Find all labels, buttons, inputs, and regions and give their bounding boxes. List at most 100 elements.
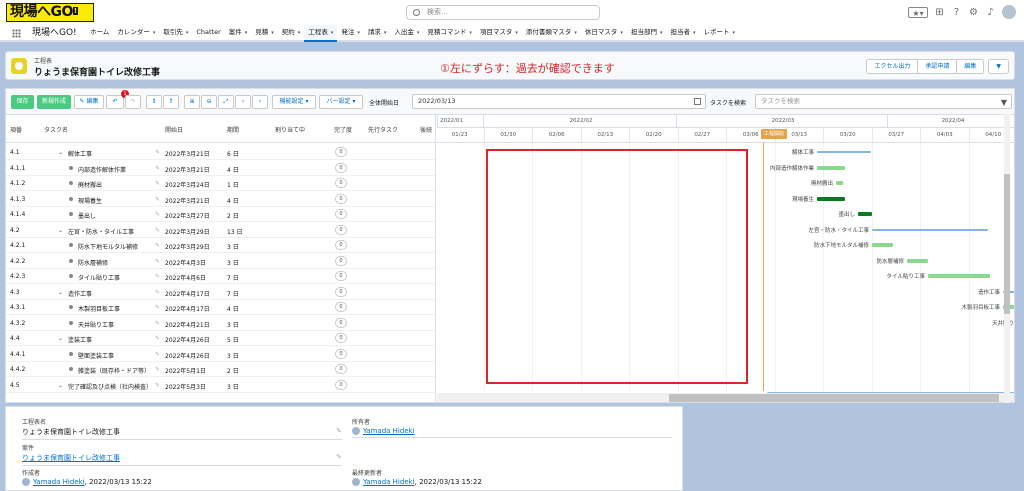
row-progress[interactable]: 0	[335, 333, 347, 343]
pencil-icon[interactable]: ✎	[155, 351, 160, 358]
table-row[interactable]: 4.1.2 廃材搬出 2022年3月24日 ✎ 1 日 0	[6, 176, 435, 191]
pencil-icon[interactable]: ✎	[155, 273, 160, 280]
row-task-name[interactable]: 解体工事	[68, 149, 92, 158]
pencil-icon[interactable]: ✎	[155, 196, 160, 203]
pencil-icon[interactable]: ✎	[155, 258, 160, 265]
table-row[interactable]: 4.1.3 現場養生 2022年3月21日 ✎ 4 日 0	[6, 192, 435, 207]
row-task-name[interactable]: 天井貼り工事	[78, 320, 114, 329]
chevron-down-icon[interactable]: ▾	[186, 30, 189, 36]
pencil-icon[interactable]: ✎	[155, 165, 160, 172]
avatar[interactable]	[1002, 5, 1016, 19]
row-progress[interactable]: 0	[335, 364, 347, 374]
more-actions-button[interactable]: ▼	[988, 59, 1009, 74]
pencil-icon[interactable]: ✎	[336, 453, 342, 461]
horizontal-scrollbar[interactable]	[437, 393, 1014, 402]
row-task-name[interactable]: 現場養生	[78, 196, 102, 205]
chevron-down-icon[interactable]: ⌄	[58, 227, 63, 234]
nav-item-14[interactable]: 休日マスタ ▾	[581, 25, 627, 42]
row-task-name[interactable]: 木製羽目板工事	[78, 304, 120, 313]
row-task-name[interactable]: 防水下地モルタル補修	[78, 242, 138, 251]
zoom-fit-button[interactable]: ⤢	[218, 95, 234, 109]
row-progress[interactable]: 0	[335, 379, 347, 390]
gantt-bar[interactable]	[817, 151, 871, 153]
row-progress[interactable]: 0	[335, 317, 347, 328]
nav-item-15[interactable]: 担当部門 ▾	[627, 25, 667, 42]
row-progress[interactable]: 0	[335, 255, 347, 266]
row-task-name[interactable]: 防水層補修	[78, 258, 108, 267]
gantt-timeline[interactable]: 2022/01 2022/02 2022/03 2022/04 01/23 01/30 02…	[437, 115, 1014, 402]
chevron-down-icon[interactable]: ▾	[732, 30, 735, 36]
gantt-bar[interactable]	[872, 243, 893, 247]
row-progress[interactable]: 0	[335, 271, 347, 281]
chevron-down-icon[interactable]: ▾	[153, 30, 156, 36]
undo-button[interactable]: ↶	[106, 95, 124, 109]
table-row[interactable]: 4.4.1 壁面塗装工事 2022年4月26日 ✎ 3 日 0	[6, 347, 435, 362]
row-progress[interactable]: 0	[335, 224, 347, 235]
app-launcher-icon[interactable]	[12, 29, 21, 38]
pencil-icon[interactable]: ✎	[155, 242, 160, 249]
gantt-bar[interactable]	[907, 258, 928, 263]
edit-button[interactable]: 編集	[956, 59, 985, 74]
add-icon[interactable]: ⊞	[934, 7, 945, 18]
row-progress[interactable]: 0	[335, 162, 347, 173]
nav-item-1[interactable]: カレンダー ▾	[113, 25, 159, 42]
edit-task-button[interactable]: ✎ 編集	[74, 95, 104, 109]
chevron-down-icon[interactable]: ⌄	[58, 335, 63, 342]
new-button[interactable]: 新規作成	[37, 95, 71, 109]
pencil-icon[interactable]: ✎	[155, 366, 160, 373]
chevron-down-icon[interactable]: ▾	[271, 30, 274, 36]
table-row[interactable]: 4.4 ⌄ 塗装工事 2022年4月26日 ✎ 5 日 0	[6, 331, 435, 346]
row-progress[interactable]: 0	[335, 286, 347, 297]
pencil-icon[interactable]: ✎	[155, 289, 160, 296]
row-task-name[interactable]: 墨出し	[78, 211, 96, 220]
chevron-down-icon[interactable]: ▾	[469, 30, 472, 36]
table-row[interactable]: 4.5 ⌄ 完了確認及び点検（社内検査） 2022年5月3日 ✎ 3 日 0	[6, 378, 435, 393]
function-settings-button[interactable]: 機能設定 ▾	[272, 95, 316, 109]
nav-item-10[interactable]: 入出金 ▾	[390, 25, 423, 42]
row-task-name[interactable]: 廃材搬出	[78, 180, 102, 189]
nav-item-13[interactable]: 添付書類マスタ ▾	[522, 25, 581, 42]
table-row[interactable]: 4.2.2 防水層補修 2022年4月3日 ✎ 3 日 0	[6, 254, 435, 269]
excel-export-button[interactable]: エクセル出力	[866, 59, 919, 74]
row-progress[interactable]: 0	[335, 209, 347, 219]
zoom-out-button[interactable]: ⊖	[201, 95, 217, 109]
help-icon[interactable]: ?	[951, 7, 962, 18]
chevron-down-icon[interactable]: ⌄	[58, 289, 63, 296]
row-progress[interactable]: 0	[335, 178, 347, 188]
pencil-icon[interactable]: ✎	[155, 304, 160, 311]
col-done[interactable]: 完了度	[334, 125, 352, 134]
table-row[interactable]: 4.1.1 内部造作解体作業 2022年3月21日 ✎ 4 日 0	[6, 161, 435, 176]
table-row[interactable]: 4.3 ⌄ 造作工事 2022年4月17日 ✎ 7 日 0	[6, 285, 435, 300]
table-row[interactable]: 4.1 ⌄ 解体工事 2022年3月21日 ✎ 6 日 0	[6, 145, 435, 160]
pencil-icon[interactable]: ✎	[336, 427, 342, 435]
table-row[interactable]: 4.1.4 墨出し 2022年3月27日 ✎ 2 日 0	[6, 207, 435, 222]
chevron-down-icon[interactable]: ▾	[298, 30, 301, 36]
gantt-bar[interactable]	[817, 196, 845, 201]
nav-item-12[interactable]: 項目マスタ ▾	[476, 25, 522, 42]
chevron-down-icon[interactable]: ⌄	[58, 382, 63, 389]
col-start[interactable]: 開始日	[165, 125, 183, 134]
gantt-bar[interactable]	[872, 228, 988, 231]
chevron-down-icon[interactable]: ▾	[357, 30, 360, 36]
row-progress[interactable]: 0	[335, 147, 347, 157]
row-task-name[interactable]: 塗装工事	[68, 335, 92, 344]
nav-item-2[interactable]: 取引先 ▾	[159, 25, 192, 42]
nav-item-11[interactable]: 見積コマンド ▾	[423, 25, 476, 42]
row-task-name[interactable]: 壁面塗装工事	[78, 351, 114, 360]
gantt-bar[interactable]	[858, 212, 872, 216]
table-row[interactable]: 4.2.1 防水下地モルタル補修 2022年3月29日 ✎ 3 日 0	[6, 238, 435, 253]
nav-item-17[interactable]: レポート ▾	[699, 25, 739, 42]
favorites-star-icon[interactable]: ★▾	[908, 6, 928, 18]
zoom-in-button[interactable]: ⊕	[184, 95, 200, 109]
chevron-down-icon[interactable]: ▾	[660, 30, 663, 36]
pencil-icon[interactable]: ✎	[155, 382, 160, 389]
table-row[interactable]: 4.2.3 タイル貼り工事 2022年4月6日 ✎ 7 日 0	[6, 269, 435, 284]
chevron-down-icon[interactable]: ▾	[515, 30, 518, 36]
row-progress[interactable]: 0	[335, 302, 347, 312]
pencil-icon[interactable]: ✎	[155, 320, 160, 327]
row-progress[interactable]: 0	[335, 240, 347, 250]
table-row[interactable]: 4.2 ⌄ 左官・防水・タイル工事 2022年3月29日 ✎ 13 日 0	[6, 223, 435, 238]
nav-item-9[interactable]: 請求 ▾	[364, 25, 391, 42]
pencil-icon[interactable]: ✎	[155, 211, 160, 218]
col-no[interactable]: 項番	[10, 125, 22, 134]
